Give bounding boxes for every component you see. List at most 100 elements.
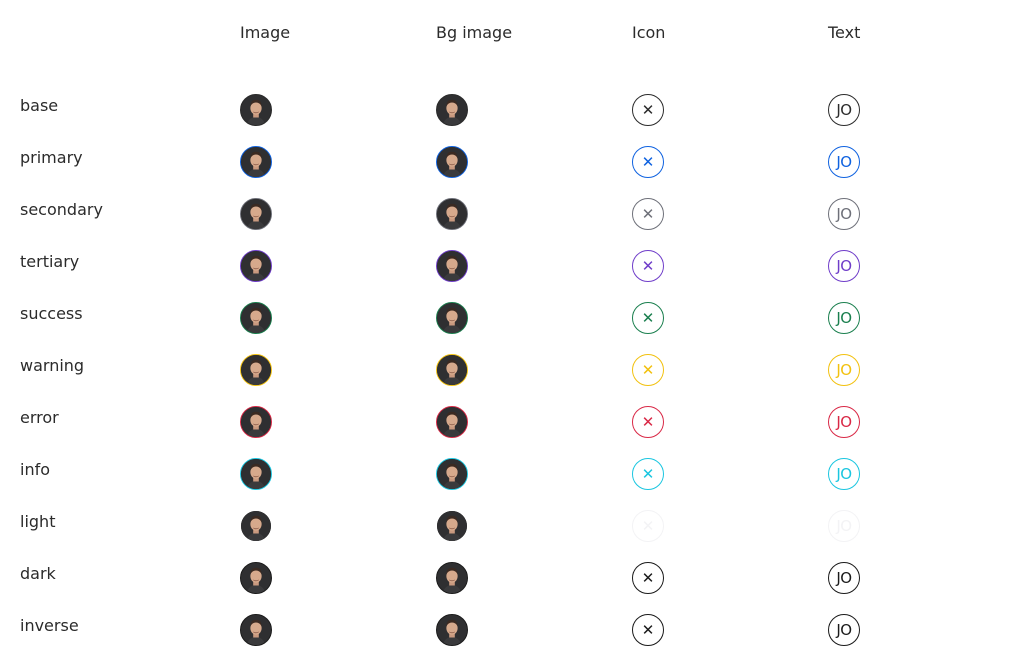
icon-avatar-info: ✕ [632, 458, 664, 490]
text-avatar-base: JO [828, 94, 860, 126]
bg-image-avatar-dark [436, 562, 468, 594]
text-cell: JO [828, 178, 1024, 230]
image-cell [240, 178, 436, 230]
header-icon: Icon [632, 23, 666, 42]
text-cell: JO [828, 490, 1024, 542]
bg-image-cell [436, 594, 632, 646]
image-cell [240, 282, 436, 334]
bg-image-cell [436, 74, 632, 126]
bg-image-cell [436, 282, 632, 334]
avatar-initials: JO [836, 620, 852, 639]
icon-cell: ✕ [632, 542, 828, 594]
bg-image-avatar-warning [436, 354, 468, 386]
icon-cell: ✕ [632, 282, 828, 334]
image-cell [240, 490, 436, 542]
text-avatar-light: JO [828, 510, 860, 542]
icon-avatar-base: ✕ [632, 94, 664, 126]
icon-avatar-warning: ✕ [632, 354, 664, 386]
header-empty [20, 22, 240, 52]
text-cell: JO [828, 334, 1024, 386]
image-avatar-warning [240, 354, 272, 386]
icon-cell: ✕ [632, 438, 828, 490]
bg-image-cell [436, 334, 632, 386]
image-cell [240, 386, 436, 438]
close-icon: ✕ [641, 412, 655, 431]
icon-avatar-primary: ✕ [632, 146, 664, 178]
avatar-initials: JO [836, 412, 852, 431]
image-avatar-error [240, 406, 272, 438]
image-cell [240, 126, 436, 178]
avatar-initials: JO [836, 204, 852, 223]
row-label-error: error [20, 408, 59, 427]
image-avatar-tertiary [240, 250, 272, 282]
row-label-tertiary: tertiary [20, 252, 80, 271]
header-bg-image: Bg image [436, 23, 513, 42]
bg-image-cell [436, 542, 632, 594]
bg-image-avatar-inverse [436, 614, 468, 646]
icon-avatar-tertiary: ✕ [632, 250, 664, 282]
row-label-dark: dark [20, 564, 56, 583]
text-cell: JO [828, 230, 1024, 282]
close-icon: ✕ [641, 620, 655, 639]
image-avatar-dark [240, 562, 272, 594]
header-image: Image [240, 23, 291, 42]
close-icon: ✕ [641, 516, 655, 535]
row-label-primary: primary [20, 148, 83, 167]
bg-image-cell [436, 230, 632, 282]
image-cell [240, 438, 436, 490]
image-cell [240, 542, 436, 594]
icon-cell: ✕ [632, 334, 828, 386]
close-icon: ✕ [641, 568, 655, 587]
image-cell [240, 74, 436, 126]
text-avatar-inverse: JO [828, 614, 860, 646]
close-icon: ✕ [641, 308, 655, 327]
icon-avatar-success: ✕ [632, 302, 664, 334]
avatar-initials: JO [836, 464, 852, 483]
bg-image-avatar-primary [436, 146, 468, 178]
text-avatar-primary: JO [828, 146, 860, 178]
avatar-initials: JO [836, 360, 852, 379]
avatar-initials: JO [836, 100, 852, 119]
close-icon: ✕ [641, 204, 655, 223]
icon-cell: ✕ [632, 126, 828, 178]
icon-cell: ✕ [632, 386, 828, 438]
avatar-initials: JO [836, 568, 852, 587]
bg-image-cell [436, 490, 632, 542]
avatar-variant-table: Image Bg image Icon Text base ✕ JO primary ✕ JO se… [20, 22, 1024, 646]
bg-image-cell [436, 178, 632, 230]
bg-image-avatar-tertiary [436, 250, 468, 282]
icon-cell: ✕ [632, 74, 828, 126]
bg-image-cell [436, 386, 632, 438]
text-avatar-success: JO [828, 302, 860, 334]
bg-image-avatar-secondary [436, 198, 468, 230]
bg-image-cell [436, 126, 632, 178]
text-cell: JO [828, 542, 1024, 594]
avatar-initials: JO [836, 516, 852, 535]
bg-image-avatar-light [436, 510, 468, 542]
close-icon: ✕ [641, 100, 655, 119]
row-label-warning: warning [20, 356, 85, 375]
icon-avatar-light: ✕ [632, 510, 664, 542]
avatar-initials: JO [836, 152, 852, 171]
text-cell: JO [828, 282, 1024, 334]
bg-image-avatar-base [436, 94, 468, 126]
row-label-info: info [20, 460, 51, 479]
image-avatar-inverse [240, 614, 272, 646]
image-cell [240, 230, 436, 282]
text-avatar-warning: JO [828, 354, 860, 386]
image-avatar-primary [240, 146, 272, 178]
image-avatar-success [240, 302, 272, 334]
icon-cell: ✕ [632, 178, 828, 230]
row-label-inverse: inverse [20, 616, 79, 635]
text-avatar-secondary: JO [828, 198, 860, 230]
image-avatar-base [240, 94, 272, 126]
row-label-secondary: secondary [20, 200, 103, 219]
text-cell: JO [828, 74, 1024, 126]
icon-avatar-secondary: ✕ [632, 198, 664, 230]
text-cell: JO [828, 386, 1024, 438]
bg-image-avatar-info [436, 458, 468, 490]
text-avatar-dark: JO [828, 562, 860, 594]
image-avatar-info [240, 458, 272, 490]
text-avatar-info: JO [828, 458, 860, 490]
close-icon: ✕ [641, 152, 655, 171]
